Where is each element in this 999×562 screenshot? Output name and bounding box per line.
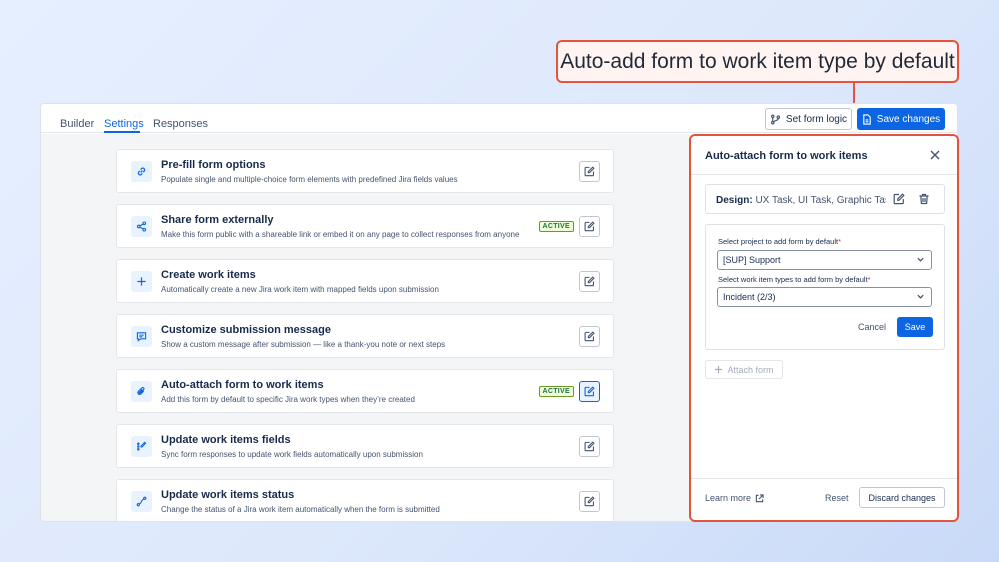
setting-card-prefill: Pre-fill form options Populate single an… bbox=[116, 149, 614, 193]
setting-description: Make this form public with a shareable l… bbox=[161, 230, 520, 239]
chevron-down-icon bbox=[917, 257, 924, 262]
project-field-label: Select project to add form by default* bbox=[718, 237, 841, 246]
setting-title: Update work items status bbox=[161, 489, 295, 501]
design-label: Design: bbox=[716, 195, 753, 206]
delete-mapping-button[interactable] bbox=[918, 192, 930, 210]
design-value: UX Task, UI Task, Graphic Tas... bbox=[755, 195, 886, 206]
setting-title: Update work items fields bbox=[161, 434, 291, 446]
setting-description: Add this form by default to specific Jir… bbox=[161, 395, 415, 404]
edit-button[interactable] bbox=[579, 271, 600, 292]
setting-title: Customize submission message bbox=[161, 324, 331, 336]
types-select-value: Incident (2/3) bbox=[723, 292, 776, 302]
save-changes-label: Save changes bbox=[876, 113, 941, 125]
attach-form-label: Attach form bbox=[727, 364, 774, 375]
cancel-button[interactable]: Cancel bbox=[858, 322, 886, 332]
setting-description: Show a custom message after submission —… bbox=[161, 340, 446, 349]
set-form-logic-label: Set form logic bbox=[785, 113, 848, 125]
edit-icon bbox=[584, 276, 595, 287]
tab-responses[interactable]: Responses bbox=[153, 118, 208, 130]
active-badge: ACTIVE bbox=[538, 386, 574, 397]
learn-more-link[interactable]: Learn more bbox=[705, 493, 764, 503]
top-bar: Builder Settings Responses Set form logi… bbox=[41, 104, 957, 133]
plus-icon bbox=[131, 271, 152, 292]
branch-icon bbox=[770, 114, 780, 124]
edit-button[interactable] bbox=[579, 436, 600, 457]
setting-card-submission-message: Customize submission message Show a cust… bbox=[116, 314, 614, 358]
work-item-types-select[interactable]: Incident (2/3) bbox=[717, 287, 932, 307]
divider bbox=[691, 174, 957, 175]
edit-icon bbox=[584, 441, 595, 452]
setting-description: Sync form responses to update work field… bbox=[161, 450, 423, 459]
settings-list: Pre-fill form options Populate single an… bbox=[41, 134, 690, 521]
callout-text: Auto-add form to work item type by defau… bbox=[560, 49, 955, 73]
edit-icon bbox=[893, 193, 905, 205]
edit-button[interactable] bbox=[579, 381, 600, 402]
edit-button[interactable] bbox=[579, 161, 600, 182]
trash-icon bbox=[919, 193, 929, 205]
auto-attach-panel: Auto-attach form to work items Design: U… bbox=[689, 134, 959, 522]
edit-icon bbox=[584, 221, 595, 232]
tab-settings[interactable]: Settings bbox=[104, 118, 144, 130]
edit-mapping-button[interactable] bbox=[893, 192, 905, 210]
set-form-logic-button[interactable]: Set form logic bbox=[765, 108, 852, 130]
share-icon bbox=[131, 216, 152, 237]
edit-button[interactable] bbox=[579, 491, 600, 512]
fields-icon bbox=[131, 436, 152, 457]
edit-icon bbox=[584, 166, 595, 177]
panel-title: Auto-attach form to work items bbox=[705, 150, 868, 162]
save-changes-button[interactable]: Save changes bbox=[857, 108, 945, 130]
design-mapping-row: Design: UX Task, UI Task, Graphic Tas... bbox=[705, 184, 945, 214]
project-select-value: [SUP] Support bbox=[723, 255, 781, 265]
setting-card-create-work-items: Create work items Automatically create a… bbox=[116, 259, 614, 303]
close-icon bbox=[930, 150, 940, 160]
project-select[interactable]: [SUP] Support bbox=[717, 250, 932, 270]
reset-button[interactable]: Reset bbox=[825, 493, 849, 503]
setting-title: Share form externally bbox=[161, 214, 274, 226]
setting-card-auto-attach: Auto-attach form to work items Add this … bbox=[116, 369, 614, 413]
chevron-down-icon bbox=[917, 294, 924, 299]
setting-card-update-fields: Update work items fields Sync form respo… bbox=[116, 424, 614, 468]
setting-title: Pre-fill form options bbox=[161, 159, 266, 171]
edit-icon bbox=[584, 331, 595, 342]
close-button[interactable] bbox=[927, 147, 943, 163]
types-field-label: Select work item types to add form by de… bbox=[718, 275, 871, 284]
edit-icon bbox=[584, 496, 595, 507]
setting-title: Create work items bbox=[161, 269, 256, 281]
setting-card-share: Share form externally Make this form pub… bbox=[116, 204, 614, 248]
divider bbox=[691, 478, 957, 479]
active-tab-indicator bbox=[104, 131, 140, 133]
callout-label: Auto-add form to work item type by defau… bbox=[556, 40, 959, 83]
attach-form-editor: Select project to add form by default* [… bbox=[705, 224, 945, 350]
setting-description: Change the status of a Jira work item au… bbox=[161, 505, 440, 514]
design-mapping-text: Design: UX Task, UI Task, Graphic Tas... bbox=[716, 195, 886, 206]
setting-description: Populate single and multiple-choice form… bbox=[161, 175, 458, 184]
attach-form-button[interactable]: Attach form bbox=[705, 360, 783, 379]
active-badge: ACTIVE bbox=[538, 221, 574, 232]
setting-card-update-status: Update work items status Change the stat… bbox=[116, 479, 614, 521]
setting-description: Automatically create a new Jira work ite… bbox=[161, 285, 439, 294]
link-icon bbox=[131, 161, 152, 182]
edit-button[interactable] bbox=[579, 326, 600, 347]
message-icon bbox=[131, 326, 152, 347]
discard-changes-button[interactable]: Discard changes bbox=[859, 487, 945, 508]
tab-builder[interactable]: Builder bbox=[60, 118, 94, 130]
external-link-icon bbox=[755, 493, 764, 502]
edit-button[interactable] bbox=[579, 216, 600, 237]
save-button[interactable]: Save bbox=[897, 317, 933, 337]
learn-more-label: Learn more bbox=[705, 493, 752, 503]
status-icon bbox=[131, 491, 152, 512]
document-icon bbox=[863, 113, 871, 125]
edit-icon bbox=[584, 386, 595, 397]
plus-icon bbox=[715, 365, 723, 374]
attachment-icon bbox=[131, 381, 152, 402]
setting-title: Auto-attach form to work items bbox=[161, 379, 324, 391]
